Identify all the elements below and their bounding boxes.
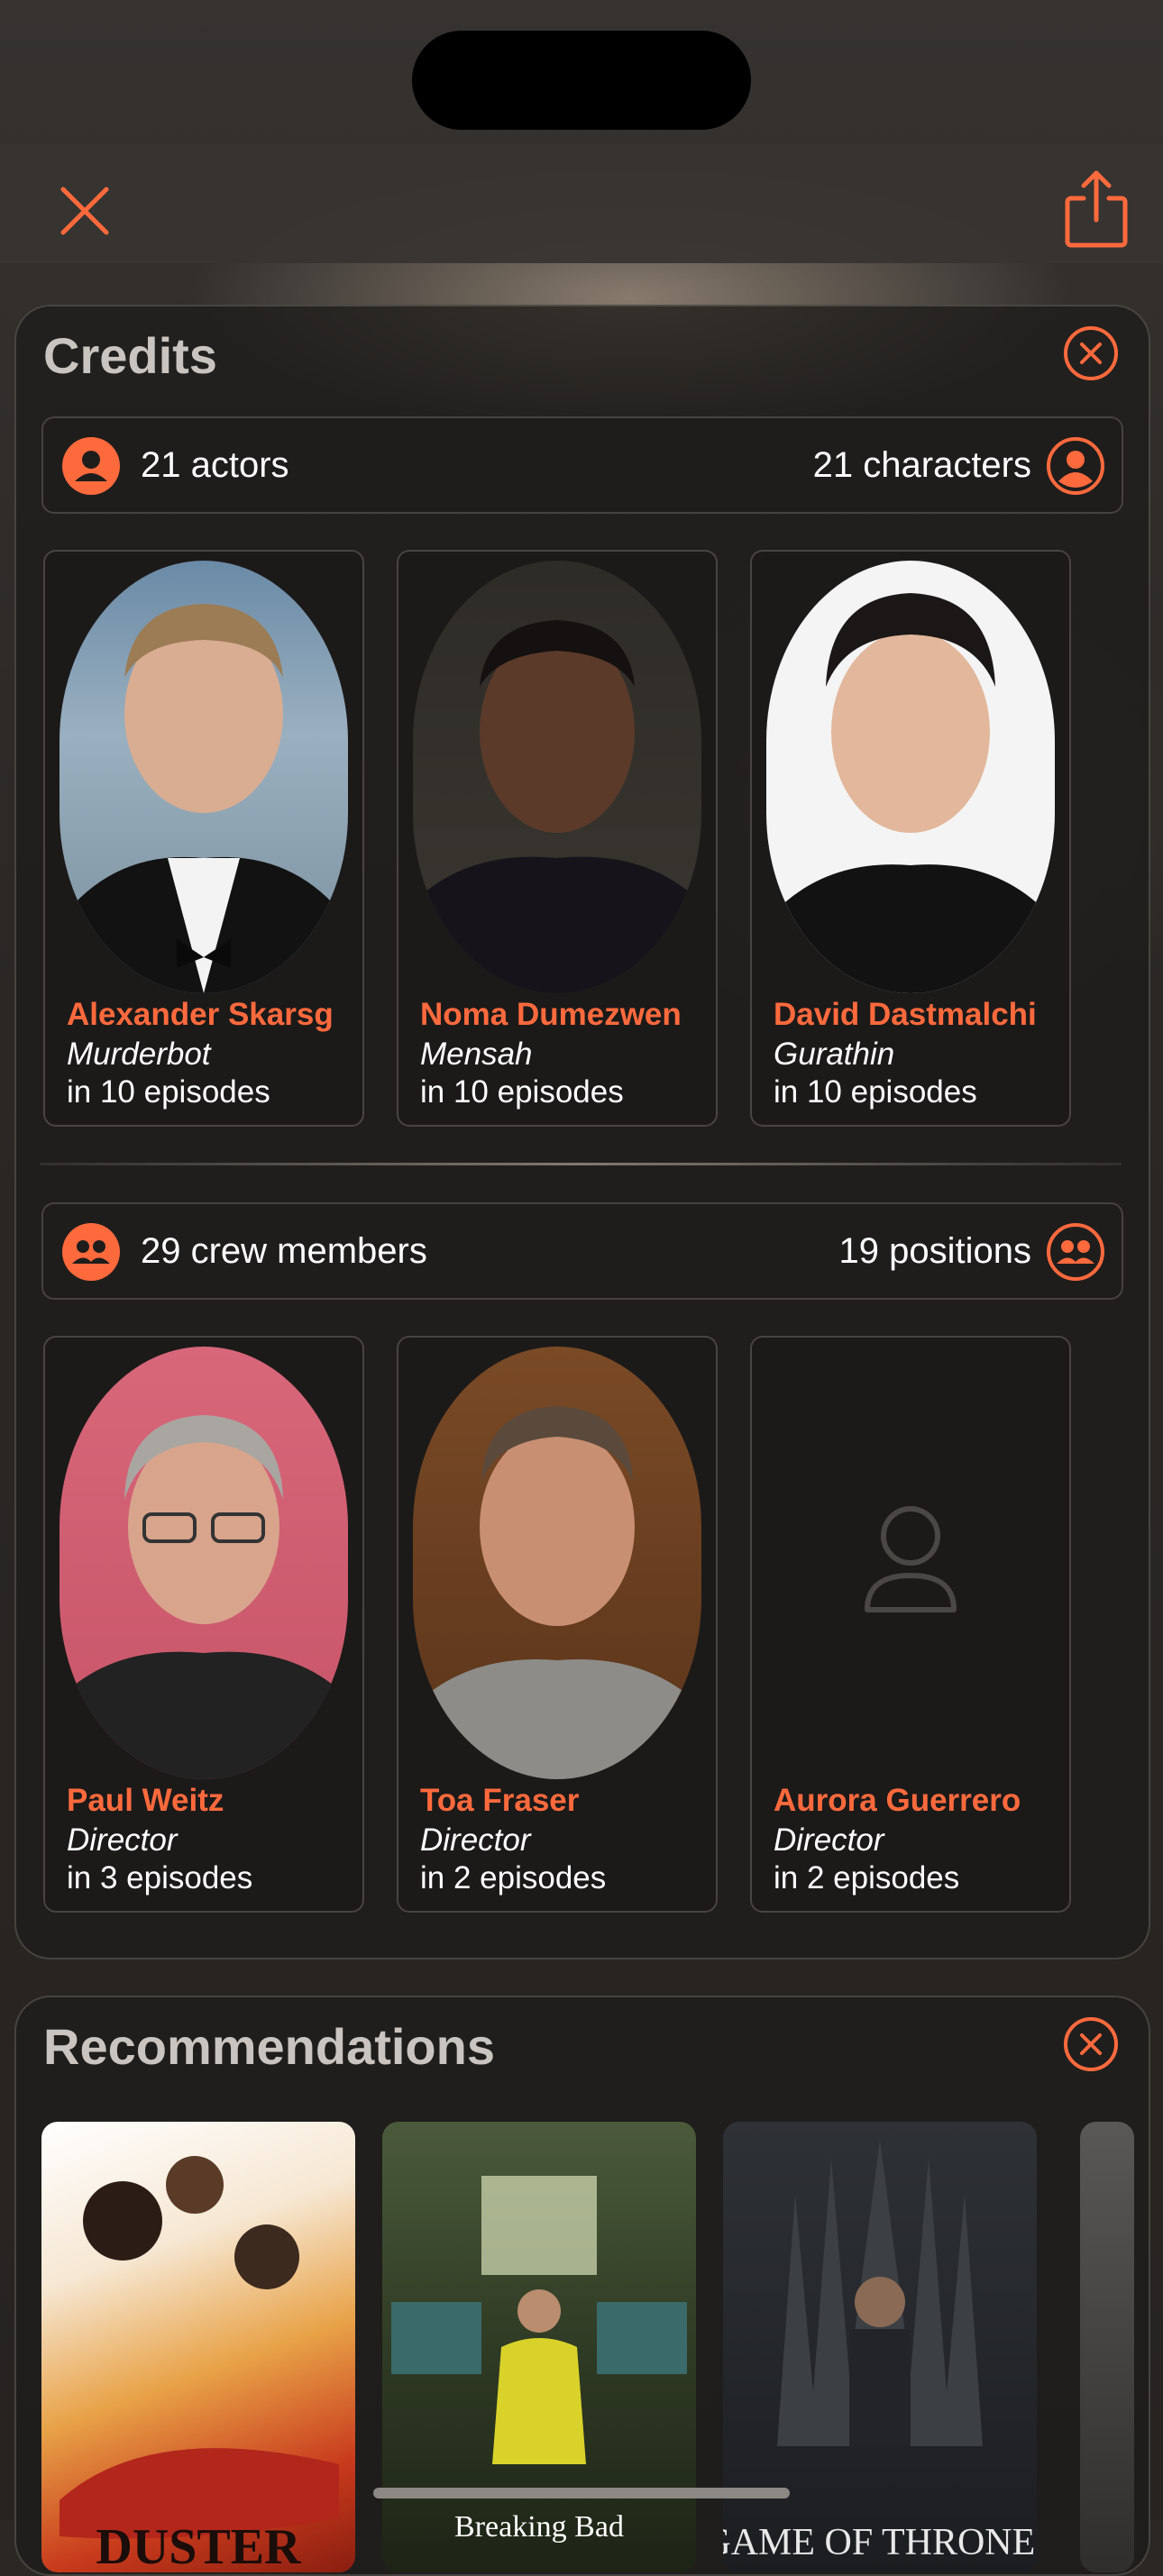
circle-x-icon bbox=[1064, 326, 1118, 380]
crew-name: Aurora Guerrero bbox=[774, 1783, 1021, 1818]
recommendation-poster[interactable]: Breaking Bad bbox=[382, 2122, 696, 2572]
credits-panel: Credits 21 actors 21 characters Alexande… bbox=[14, 305, 1150, 1959]
crew-row: Paul Weitz Director in 3 episodes Toa Fr… bbox=[43, 1336, 1161, 1913]
person-circle-icon bbox=[62, 437, 120, 495]
recommendations-title: Recommendations bbox=[43, 2018, 495, 2075]
actors-summary[interactable]: 21 actors 21 characters bbox=[41, 416, 1123, 514]
recommendation-poster[interactable]: GAME OF THRONES bbox=[723, 2122, 1037, 2572]
group-circle-icon bbox=[62, 1223, 120, 1281]
person-circle-outline-icon bbox=[1047, 437, 1104, 495]
crew-position: Director bbox=[67, 1822, 178, 1858]
crew-card[interactable]: Paul Weitz Director in 3 episodes bbox=[43, 1336, 364, 1913]
credits-title: Credits bbox=[43, 327, 217, 384]
close-icon bbox=[60, 187, 109, 235]
crew-episodes: in 2 episodes bbox=[774, 1860, 960, 1895]
actor-card[interactable]: Noma Dumezwen Mensah in 10 episodes bbox=[397, 550, 718, 1127]
actor-card[interactable]: David Dastmalchi Gurathin in 10 episodes bbox=[750, 550, 1071, 1127]
recommendations-close-button[interactable] bbox=[1062, 2015, 1120, 2073]
actor-photo bbox=[766, 561, 1055, 993]
actors-row: Alexander Skarsg Murderbot in 10 episode… bbox=[43, 550, 1161, 1127]
crew-episodes: in 3 episodes bbox=[67, 1860, 253, 1895]
actor-photo bbox=[413, 561, 701, 993]
person-placeholder-icon bbox=[865, 1506, 957, 1612]
actor-episodes: in 10 episodes bbox=[420, 1074, 624, 1110]
crew-count: 29 crew members bbox=[141, 1231, 427, 1271]
crew-photo-placeholder bbox=[766, 1347, 1055, 1779]
share-icon bbox=[1065, 170, 1128, 248]
crew-card[interactable]: Aurora Guerrero Director in 2 episodes bbox=[750, 1336, 1071, 1913]
group-circle-outline-icon bbox=[1047, 1223, 1104, 1281]
crew-position: Director bbox=[420, 1822, 531, 1858]
poster-title: Breaking Bad bbox=[454, 2510, 624, 2544]
poster-title: GAME OF THRONES bbox=[723, 2522, 1037, 2563]
crew-name: Toa Fraser bbox=[420, 1783, 580, 1818]
section-divider bbox=[40, 1163, 1122, 1165]
dynamic-island bbox=[412, 31, 751, 130]
home-indicator[interactable] bbox=[373, 2488, 790, 2498]
crew-episodes: in 2 episodes bbox=[420, 1860, 607, 1895]
actor-episodes: in 10 episodes bbox=[774, 1074, 977, 1110]
close-button[interactable] bbox=[50, 177, 119, 245]
crew-card[interactable]: Toa Fraser Director in 2 episodes bbox=[397, 1336, 718, 1913]
top-bar bbox=[0, 144, 1163, 263]
recommendation-poster[interactable]: DUSTER bbox=[41, 2122, 355, 2572]
actor-character: Murderbot bbox=[67, 1037, 211, 1072]
poster-title: DUSTER bbox=[96, 2519, 301, 2572]
actor-card[interactable]: Alexander Skarsg Murderbot in 10 episode… bbox=[43, 550, 364, 1127]
crew-photo bbox=[413, 1347, 701, 1779]
characters-count: 21 characters bbox=[812, 445, 1031, 485]
positions-count: 19 positions bbox=[838, 1231, 1031, 1271]
actor-name: Alexander Skarsg bbox=[67, 997, 334, 1032]
actor-name: Noma Dumezwen bbox=[420, 997, 682, 1032]
actors-count: 21 actors bbox=[141, 445, 289, 485]
actor-character: Mensah bbox=[420, 1037, 533, 1072]
crew-summary[interactable]: 29 crew members 19 positions bbox=[41, 1202, 1123, 1300]
actor-name: David Dastmalchi bbox=[774, 997, 1037, 1032]
actor-character: Gurathin bbox=[774, 1037, 895, 1072]
actor-episodes: in 10 episodes bbox=[67, 1074, 270, 1110]
crew-name: Paul Weitz bbox=[67, 1783, 224, 1818]
actor-photo bbox=[60, 561, 348, 993]
circle-x-icon bbox=[1064, 2017, 1118, 2071]
crew-photo bbox=[60, 1347, 348, 1779]
credits-close-button[interactable] bbox=[1062, 324, 1120, 382]
share-button[interactable] bbox=[1058, 166, 1134, 252]
crew-position: Director bbox=[774, 1822, 884, 1858]
recommendation-poster-partial[interactable] bbox=[1080, 2122, 1134, 2572]
